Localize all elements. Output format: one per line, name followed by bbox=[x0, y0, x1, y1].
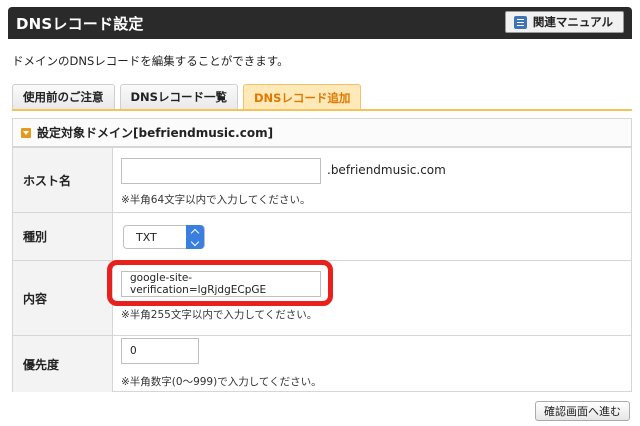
host-label: ホスト名 bbox=[13, 148, 113, 212]
proceed-to-confirm-button[interactable]: 確認画面へ進む bbox=[535, 401, 630, 421]
type-label: 種別 bbox=[13, 213, 113, 260]
arrow-down-icon bbox=[21, 127, 31, 138]
host-row: ホスト名 .befriendmusic.com ※半角64文字以内で入力してくだ… bbox=[13, 147, 631, 212]
content-label: 内容 bbox=[13, 261, 113, 335]
priority-hint: ※半角数字(0〜999)で入力してください。 bbox=[121, 376, 322, 388]
record-type-value: TXT bbox=[136, 230, 157, 244]
page-header: DNSレコード設定 関連マニュアル bbox=[8, 7, 632, 39]
host-input[interactable] bbox=[121, 158, 321, 184]
page-title: DNSレコード設定 bbox=[16, 15, 144, 33]
select-arrows-icon bbox=[186, 225, 204, 249]
tab-dns-record-add[interactable]: DNSレコード追加 bbox=[242, 84, 362, 110]
panel-header: 設定対象ドメイン[befriendmusic.com] bbox=[13, 119, 631, 147]
tab-underline bbox=[12, 109, 632, 111]
priority-input[interactable]: 0 bbox=[121, 338, 199, 364]
related-manual-button[interactable]: 関連マニュアル bbox=[504, 11, 624, 33]
type-row: 種別 TXT bbox=[13, 212, 631, 260]
book-icon bbox=[513, 15, 527, 29]
record-type-select[interactable]: TXT bbox=[123, 225, 205, 249]
content-row: 内容 google-site-verification=lgRjdgECpGE … bbox=[13, 260, 631, 335]
related-manual-label: 関連マニュアル bbox=[532, 15, 613, 29]
priority-label: 優先度 bbox=[13, 336, 113, 392]
content-hint: ※半角255文字以内で入力してください。 bbox=[121, 309, 318, 321]
tab-bar: 使用前のご注意 DNSレコード一覧 DNSレコード追加 bbox=[12, 84, 362, 110]
content-input[interactable]: google-site-verification=lgRjdgECpGE bbox=[121, 271, 321, 297]
priority-row: 優先度 0 ※半角数字(0〜999)で入力してください。 bbox=[13, 335, 631, 392]
tab-precautions[interactable]: 使用前のご注意 bbox=[12, 84, 115, 109]
domain-suffix: .befriendmusic.com bbox=[327, 163, 446, 177]
record-form-panel: 設定対象ドメイン[befriendmusic.com] ホスト名 .befrie… bbox=[12, 118, 632, 392]
host-hint: ※半角64文字以内で入力してください。 bbox=[121, 194, 311, 206]
tab-dns-record-list[interactable]: DNSレコード一覧 bbox=[119, 84, 238, 109]
target-domain-title: 設定対象ドメイン[befriendmusic.com] bbox=[37, 126, 274, 140]
page-description: ドメインのDNSレコードを編集することができます。 bbox=[12, 54, 289, 68]
